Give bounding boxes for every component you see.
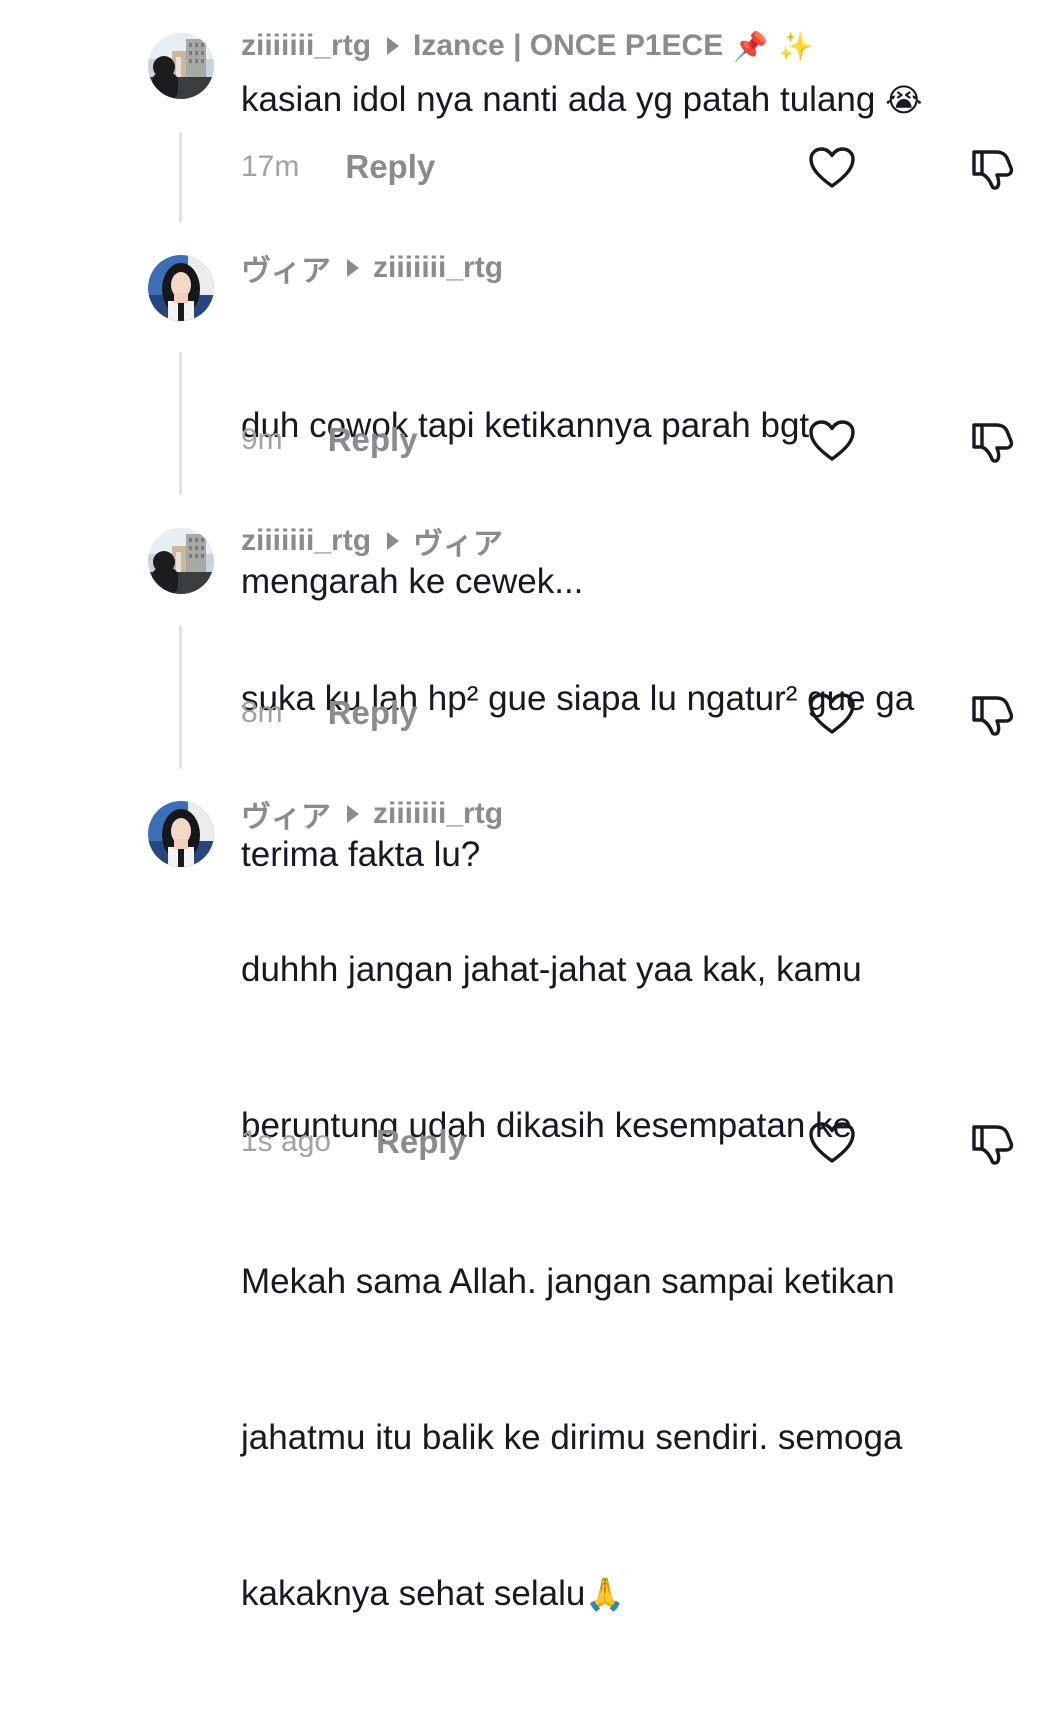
heart-outline-icon[interactable]: [808, 1121, 856, 1165]
thread-line-3: [179, 626, 182, 769]
comment-meta: 9m Reply: [241, 420, 418, 460]
comment-text-line: Mekah sama Allah. jangan sampai ketikan: [241, 1262, 895, 1301]
comment-time: 8m: [241, 696, 283, 729]
comment-header: ヴィア ziiiiiii_rtg: [241, 248, 503, 288]
comment-text: duhhh jangan jahat-jahat yaa kak, kamu b…: [241, 840, 1021, 1724]
author-name[interactable]: ヴィア: [241, 792, 331, 836]
girl-portrait-avatar-icon: [148, 255, 214, 321]
comment-text: kasian idol nya nanti ada yg patah tulan…: [241, 74, 1021, 126]
thread-line-2: [179, 352, 182, 495]
comment-text-line-last: kakaknya sehat selalu🙏: [241, 1568, 1021, 1620]
heart-outline-icon[interactable]: [808, 692, 856, 736]
replying-to-name[interactable]: ziiiiiii_rtg: [373, 251, 503, 285]
reply-button[interactable]: Reply: [345, 148, 435, 186]
building-view-avatar-icon: [148, 33, 214, 99]
heart-outline-icon[interactable]: [808, 146, 856, 190]
heart-outline-icon[interactable]: [808, 419, 856, 463]
replying-to-name[interactable]: ziiiiiii_rtg: [373, 797, 503, 831]
comment-meta: 8m Reply: [241, 693, 418, 733]
replying-to-name[interactable]: Izance | ONCE P1ECE: [413, 29, 723, 63]
comment-meta: 17m Reply: [241, 147, 435, 187]
comment-time: 17m: [241, 150, 300, 183]
crying-face-emoji: 😭: [885, 81, 923, 119]
reply-arrow-icon: [387, 532, 400, 550]
author-name[interactable]: ziiiiiii_rtg: [241, 29, 371, 63]
comment-meta: 1s ago Reply: [241, 1122, 466, 1162]
reply-button[interactable]: Reply: [328, 694, 418, 732]
folded-hands-emoji: 🙏: [585, 1575, 626, 1613]
comment-text-line: kasian idol nya nanti ada yg patah tulan…: [241, 80, 886, 119]
thumbs-down-outline-icon[interactable]: [968, 421, 1016, 465]
reply-button[interactable]: Reply: [376, 1123, 466, 1161]
reply-arrow-icon: [347, 259, 359, 277]
thumbs-down-outline-icon[interactable]: [968, 148, 1016, 192]
avatar[interactable]: [148, 33, 214, 99]
comment-header: ziiiiiii_rtg Izance | ONCE P1ECE 📌 ✨: [241, 26, 813, 66]
building-view-avatar-icon: [148, 528, 214, 594]
sparkles-icon: ✨: [778, 29, 813, 63]
author-name[interactable]: ヴィア: [241, 246, 331, 290]
avatar[interactable]: [148, 801, 214, 867]
comment-text-line: kakaknya sehat selalu: [241, 1574, 586, 1613]
comment-text-line: jahatmu itu balik ke dirimu sendiri. sem…: [241, 1418, 903, 1457]
avatar[interactable]: [148, 255, 214, 321]
pin-icon: 📌: [733, 29, 769, 63]
thumbs-down-outline-icon[interactable]: [968, 694, 1016, 738]
author-name[interactable]: ziiiiiii_rtg: [241, 524, 371, 558]
thumbs-down-outline-icon[interactable]: [968, 1123, 1016, 1167]
reply-arrow-icon: [347, 805, 359, 823]
replying-to-name[interactable]: ヴィア: [413, 519, 503, 563]
reply-arrow-icon: [387, 37, 400, 55]
comment-time: 9m: [241, 423, 283, 456]
girl-portrait-avatar-icon: [148, 801, 214, 867]
comment-text-line: duhhh jangan jahat-jahat yaa kak, kamu: [241, 950, 862, 989]
avatar[interactable]: [148, 528, 214, 594]
comment-time: 1s ago: [241, 1125, 332, 1158]
thread-line-1: [179, 132, 182, 222]
comment-header: ziiiiiii_rtg ヴィア: [241, 521, 503, 561]
reply-button[interactable]: Reply: [328, 421, 418, 459]
comment-header: ヴィア ziiiiiii_rtg: [241, 794, 503, 834]
